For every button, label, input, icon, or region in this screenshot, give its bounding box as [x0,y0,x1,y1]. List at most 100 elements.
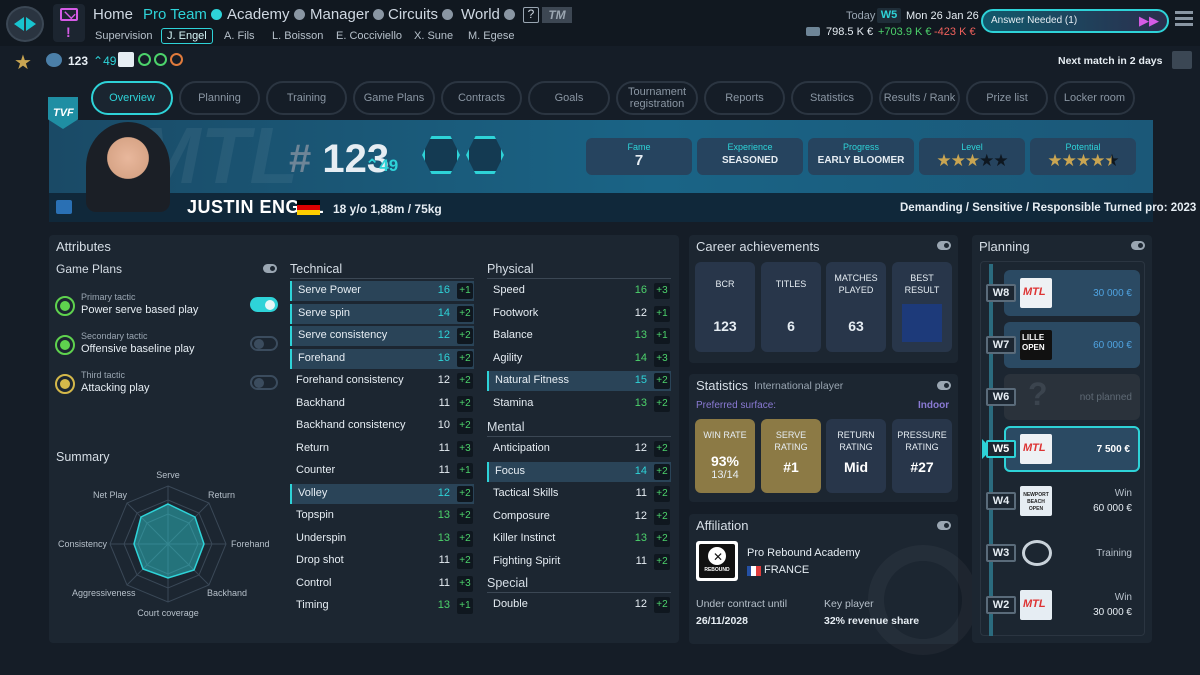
nav-home[interactable]: Home [93,5,133,25]
attribute-row[interactable]: Double 12 +2 [487,595,671,615]
star-icon: ★ [964,151,980,170]
planning-week-w2[interactable]: MTL Win 30 000 € [1004,582,1140,628]
attribute-row[interactable]: Backhand consistency 10 +2 [290,416,474,436]
planning-week-w5[interactable]: MTL 7 500 € [1004,426,1140,472]
attribute-name: Forehand [298,351,346,364]
tab-contracts[interactable]: Contracts [441,81,522,115]
attribute-row[interactable]: Stamina 13 +2 [487,394,671,414]
third-tactic-toggle[interactable] [250,375,278,390]
menu-icon[interactable] [1175,11,1193,29]
secondary-tactic-toggle[interactable] [250,336,278,351]
favorite-star-icon[interactable]: ★ [14,50,32,75]
primary-tactic-toggle[interactable] [250,297,278,312]
planning-week-w3[interactable]: Training [1004,530,1140,576]
attribute-row[interactable]: Volley 12 +2 [290,483,474,504]
tab-statistics[interactable]: Statistics [791,81,873,115]
attribute-row[interactable]: Forehand consistency 12 +2 [290,371,474,391]
attribute-bonus: +2 [654,463,670,480]
attribute-row[interactable]: Forehand 16 +2 [290,348,474,369]
nav-world[interactable]: World [461,5,515,25]
mail-button[interactable]: ! [53,4,85,42]
attribute-name: Composure [493,509,550,522]
planning-week-w4[interactable]: NEWPORT BEACH OPEN Win 60 000 € [1004,478,1140,524]
subnav-j-engel[interactable]: J. Engel [161,28,213,44]
radar-label: Serve [156,470,180,480]
nav-pro-team[interactable]: Pro Team [143,5,222,25]
toggle-view-icon[interactable] [937,521,951,530]
subnav-supervision[interactable]: Supervision [95,30,152,42]
attribute-row[interactable]: Underspin 13 +2 [290,529,474,549]
answer-needed-button[interactable]: Answer Needed (1) ▶▶ [981,9,1169,33]
attributes-title: Attributes [56,239,111,254]
attribute-bonus: +2 [654,486,670,502]
nav-circuits[interactable]: Circuits [388,5,454,25]
subnav-e-cocciviello[interactable]: E. Cocciviello [336,30,402,42]
subnav-l-boisson[interactable]: L. Boisson [272,30,323,42]
toggle-view-icon[interactable] [937,241,951,250]
attribute-row[interactable]: Speed 16 +3 [487,281,671,301]
attribute-row[interactable]: Counter 11 +1 [290,461,474,481]
tab-results-rank[interactable]: Results / Rank [879,81,960,115]
tab-prize-list[interactable]: Prize list [966,81,1048,115]
subnav-a-fils[interactable]: A. Fils [224,30,255,42]
week-tag: W2 [986,596,1016,614]
week-tag: W8 [986,284,1016,302]
toggle-view-icon[interactable] [937,381,951,390]
calendar-icon[interactable] [1172,51,1192,69]
tab-locker-room[interactable]: Locker room [1054,81,1135,115]
attribute-row[interactable]: Focus 14 +2 [487,461,671,482]
attribute-row[interactable]: Footwork 12 +1 [487,304,671,324]
attribute-bonus: +3 [654,283,670,299]
achievement-best-result[interactable]: BEST RESULT [892,262,952,352]
attribute-row[interactable]: Killer Instinct 13 +2 [487,529,671,549]
tab-tournament-registration[interactable]: Tournament registration [616,81,698,115]
planning-week-w7[interactable]: LILLE OPEN 60 000 € [1004,322,1140,368]
attribute-value: 13 [634,396,647,409]
attribute-row[interactable]: Control 11 +3 [290,574,474,594]
attribute-bonus: +2 [457,485,473,502]
tab-reports[interactable]: Reports [704,81,785,115]
attribute-row[interactable]: Return 11 +3 [290,439,474,459]
attribute-row[interactable]: Drop shot 11 +2 [290,551,474,571]
tab-goals[interactable]: Goals [528,81,610,115]
subnav-x-sune[interactable]: X. Sune [414,30,453,42]
nav-academy[interactable]: Academy [227,5,305,25]
profile-icon[interactable] [56,200,72,214]
tm-logo[interactable]: TM [542,7,572,23]
back-forward-logo-icon[interactable] [6,6,44,42]
nav-manager[interactable]: Manager [310,5,385,25]
planning-week-w8[interactable]: MTL 30 000 € [1004,270,1140,316]
attribute-row[interactable]: Agility 14 +3 [487,349,671,369]
attribute-value: 16 [437,351,450,364]
attribute-row[interactable]: Anticipation 12 +2 [487,439,671,459]
attribute-row[interactable]: Topspin 13 +2 [290,506,474,526]
tab-game-plans[interactable]: Game Plans [353,81,435,115]
attribute-row[interactable]: Serve consistency 12 +2 [290,326,474,346]
attribute-row[interactable]: Serve Power 16 +1 [290,281,474,301]
attribute-row[interactable]: Backhand 11 +2 [290,394,474,414]
attribute-row[interactable]: Timing 13 +1 [290,596,474,616]
attribute-row[interactable]: Tactical Skills 11 +2 [487,484,671,504]
subnav-m-egese[interactable]: M. Egese [468,30,514,42]
toggle-view-icon[interactable] [263,264,277,273]
achievement-bcr: BCR 123 [695,262,755,352]
attribute-row[interactable]: Fighting Spirit 11 +2 [487,552,671,572]
attribute-bonus: +2 [654,373,670,389]
attribute-row[interactable]: Natural Fitness 15 +2 [487,371,671,391]
attribute-value: 12 [634,598,647,610]
planning-week-w6[interactable]: ? not planned [1004,374,1140,420]
attribute-value: 13 [437,509,450,521]
attribute-bonus: +2 [457,418,473,434]
academy-logo[interactable]: ✕ REBOUND [696,541,738,581]
attribute-row[interactable]: Serve spin 14 +2 [290,303,474,324]
week-tag: W4 [986,492,1016,510]
attribute-name: Balance [493,329,533,341]
help-button[interactable]: ? [523,7,539,23]
attribute-row[interactable]: Composure 12 +2 [487,507,671,527]
toggle-view-icon[interactable] [1131,241,1145,250]
attribute-name: Forehand consistency [296,374,404,386]
attribute-name: Backhand consistency [296,419,406,431]
attribute-name: Timing [296,599,329,611]
menu-circle-icon [210,9,222,20]
attribute-row[interactable]: Balance 13 +1 [487,326,671,346]
